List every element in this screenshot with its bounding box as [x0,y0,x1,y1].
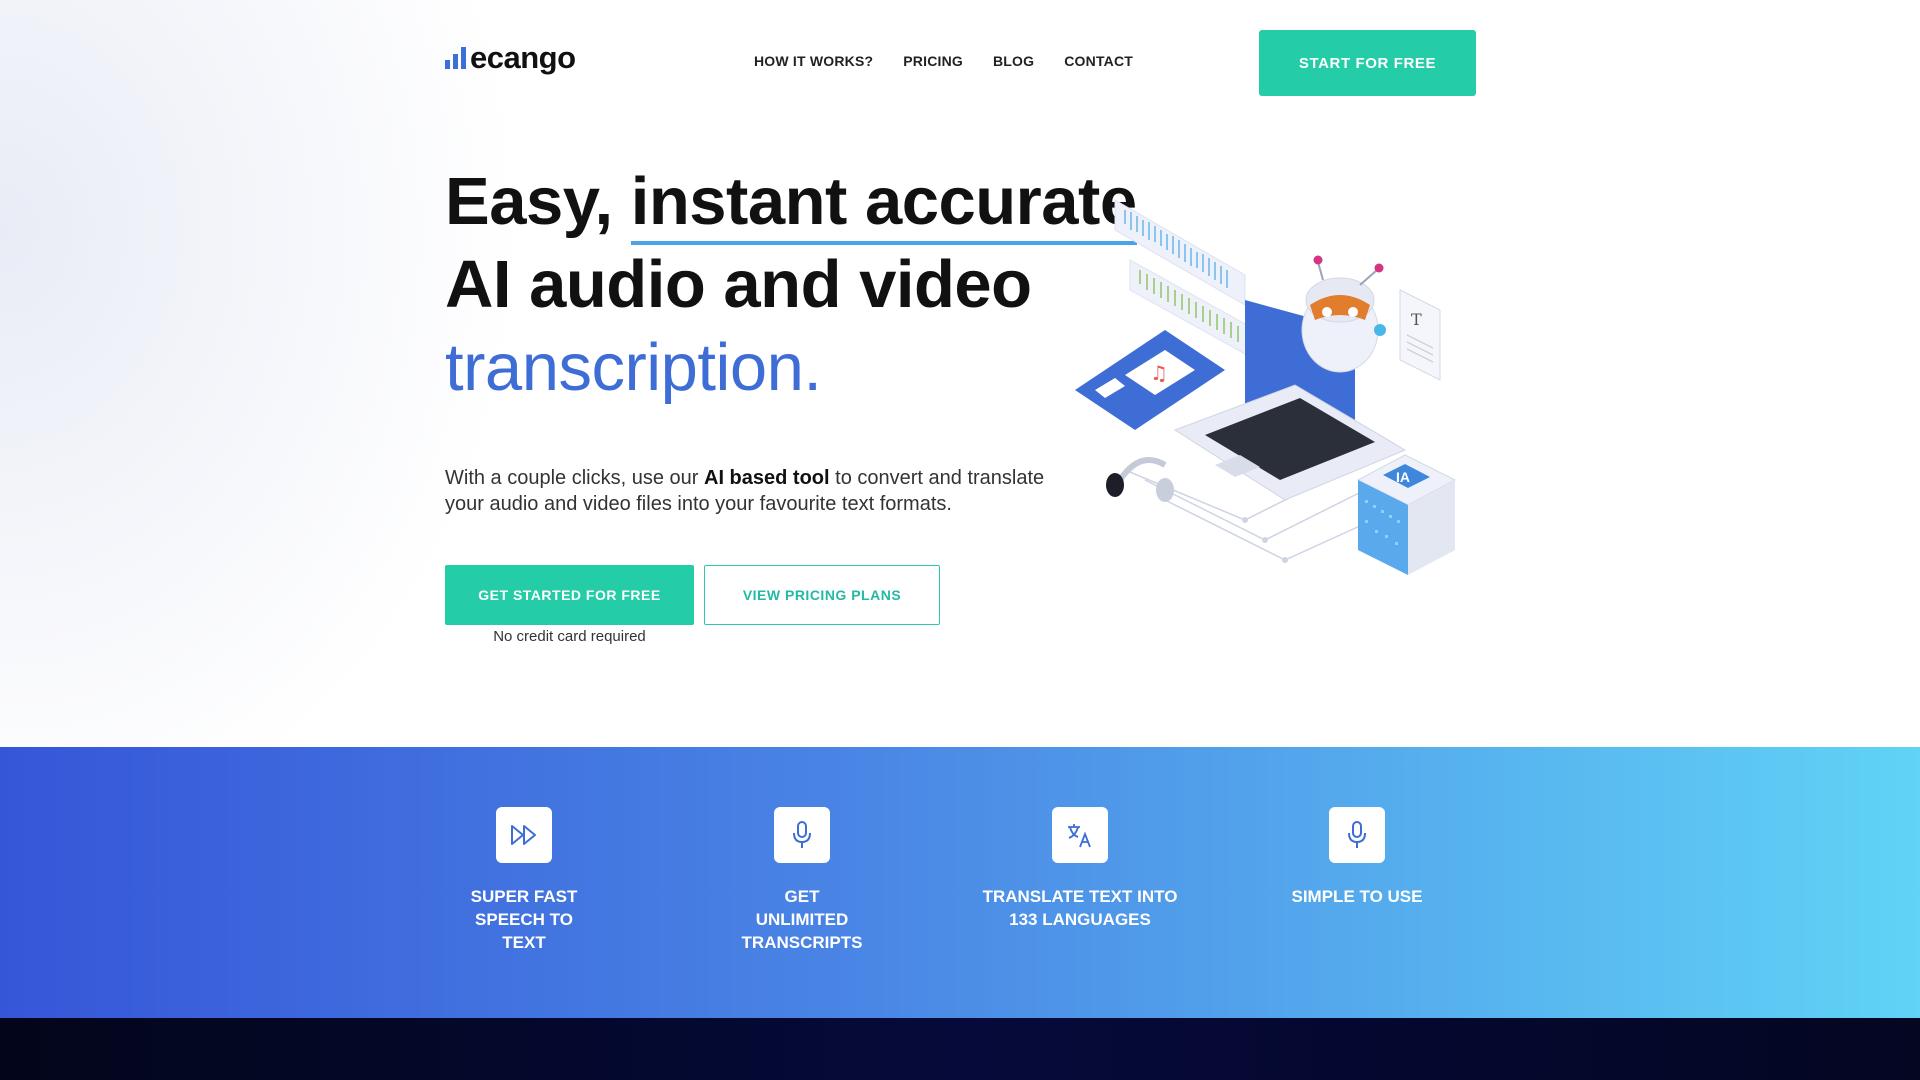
main-nav: HOW IT WORKS? PRICING BLOG CONTACT [754,53,1133,69]
headline-underlined: instant accurate [630,164,1137,245]
fast-forward-icon [496,807,552,863]
nav-how-it-works[interactable]: HOW IT WORKS? [754,53,873,69]
headline-line3: transcription. [445,330,822,405]
microphone-icon [774,807,830,863]
feature-unlimited-transcripts: GET UNLIMITED TRANSCRIPTS [702,807,902,954]
features-band: SUPER FAST SPEECH TO TEXT GET UNLIMITED … [0,747,1920,1018]
nav-pricing[interactable]: PRICING [903,53,963,69]
headline-line2: AI audio and video [445,247,1032,322]
feature-label: SUPER FAST SPEECH TO TEXT [470,887,578,952]
svg-text:♫: ♫ [1150,361,1168,385]
no-credit-card-note: No credit card required [493,628,646,645]
logo[interactable]: ecango [445,42,576,73]
feature-label: GET UNLIMITED TRANSCRIPTS [741,887,863,952]
nav-contact[interactable]: CONTACT [1064,53,1133,69]
laptop-robot-illustration: ♫ T IA [1075,199,1457,575]
microphone-icon [1329,807,1385,863]
feature-super-fast: SUPER FAST SPEECH TO TEXT [424,807,624,954]
feature-label: TRANSLATE TEXT INTO 133 LANGUAGES [982,887,1178,929]
hero-headline: Easy, instant accurate AI audio and vide… [445,160,1137,409]
headline-part1: Easy, [445,164,631,239]
subtext-part1: With a couple clicks, use our [445,467,704,489]
nav-blog[interactable]: BLOG [993,53,1034,69]
hero-subtext: With a couple clicks, use our AI based t… [445,465,1085,517]
start-for-free-button[interactable]: START FOR FREE [1259,30,1476,96]
feature-translate: TRANSLATE TEXT INTO 133 LANGUAGES [980,807,1180,931]
view-pricing-button[interactable]: VIEW PRICING PLANS [704,565,940,625]
logo-text: ecango [470,40,576,75]
subtext-bold: AI based tool [704,467,830,489]
get-started-button[interactable]: GET STARTED FOR FREE [445,565,694,625]
svg-text:T: T [1411,310,1422,329]
feature-simple-to-use: SIMPLE TO USE [1257,807,1457,908]
svg-text:IA: IA [1396,469,1410,485]
logo-bars-icon [445,45,466,69]
feature-label: SIMPLE TO USE [1291,887,1423,906]
dark-section-top [0,1018,1920,1080]
translate-icon [1052,807,1108,863]
